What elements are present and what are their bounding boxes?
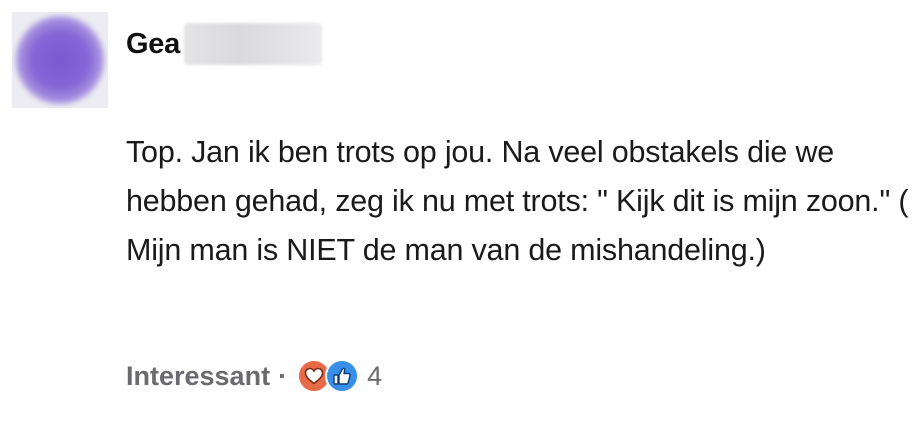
comment-text: Top. Jan ik ben trots op jou. Na veel ob… [126,135,909,267]
reaction-count: 4 [367,360,383,391]
interesting-reaction-button[interactable]: Interessant [126,361,270,392]
thumbs-up-icon [325,359,360,393]
avatar[interactable] [12,12,108,108]
comment-footer: Interessant · 4 [126,356,382,396]
avatar-image-blurred [16,16,104,104]
author-name[interactable]: Gea [126,28,180,61]
comment-author[interactable]: Gea [126,22,322,66]
author-name-redacted [183,23,322,65]
reactions-summary[interactable]: 4 [297,359,382,393]
footer-separator: · [278,360,288,391]
